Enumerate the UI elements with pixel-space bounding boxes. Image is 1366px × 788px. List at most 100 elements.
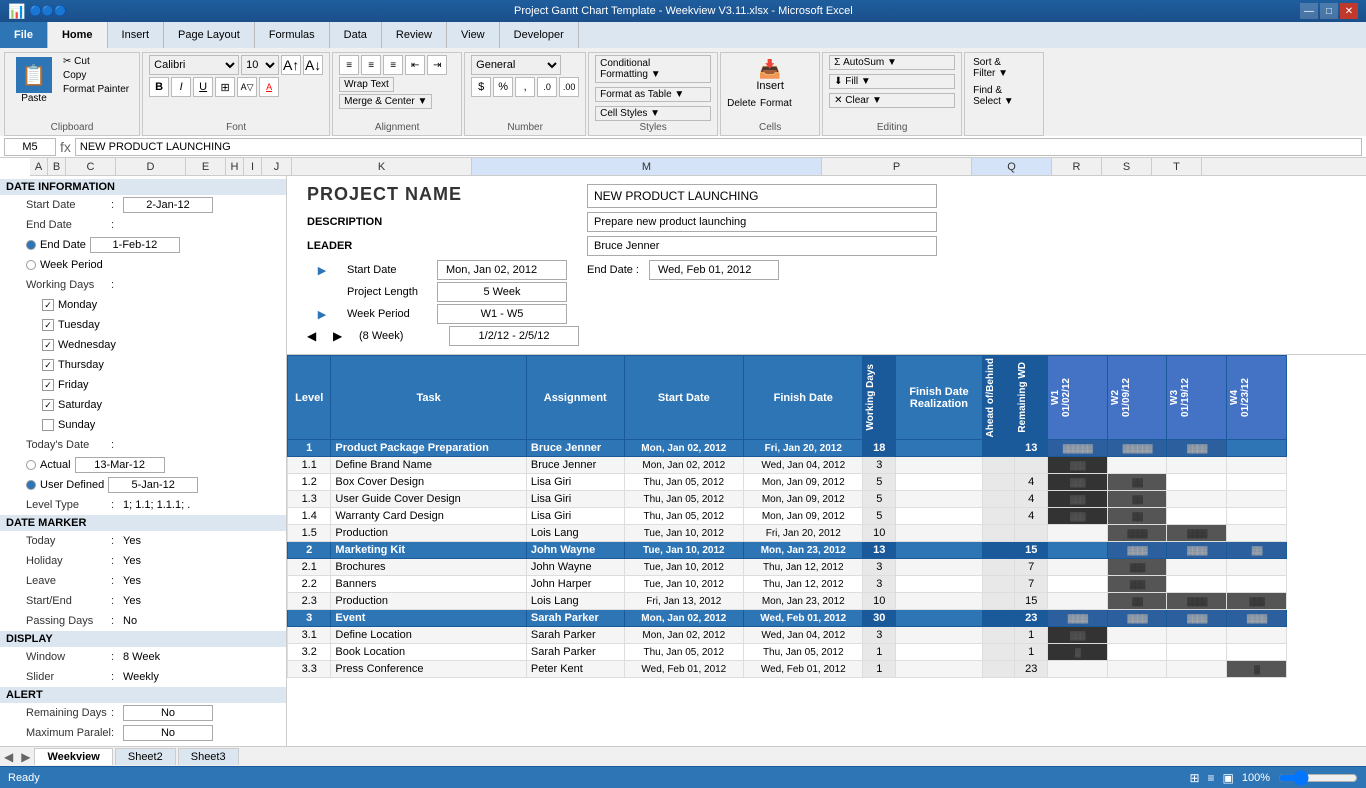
cut-button[interactable]: ✂ Cut [59,55,133,68]
close-btn[interactable]: ✕ [1340,3,1358,19]
end-date-input[interactable] [90,237,180,253]
sheet-tab-3[interactable]: Sheet3 [178,748,239,765]
border-button[interactable]: ⊞ [215,77,235,97]
window-controls[interactable]: — □ ✕ [1300,3,1358,19]
insert-button[interactable]: 📥 Insert [727,55,813,96]
wrap-text-button[interactable]: Wrap Text [339,77,394,92]
decrease-decimal-btn[interactable]: .0 [537,77,557,97]
clear-button[interactable]: ✕ Clear ▼ [829,93,955,108]
sheet-tab-weekview[interactable]: Weekview [34,748,112,765]
paste-button[interactable]: 📋 Paste [11,55,57,106]
font-size-select[interactable]: 10 [241,55,279,75]
tab-file[interactable]: File [0,22,48,48]
end-date-radio[interactable] [26,240,36,250]
sort-filter-button[interactable]: Sort &Filter ▼ [971,55,1037,81]
actual-radio[interactable] [26,460,36,470]
comma-btn[interactable]: , [515,77,535,97]
col-d[interactable]: D [116,158,186,175]
decrease-font-btn[interactable]: A↓ [303,55,323,75]
user-defined-date-input[interactable] [108,477,198,493]
col-r[interactable]: R [1052,158,1102,175]
col-p[interactable]: P [822,158,972,175]
format-button[interactable]: Format [760,98,792,109]
formula-input[interactable] [75,138,1362,156]
minimize-btn[interactable]: — [1300,3,1318,19]
copy-button[interactable]: Copy [59,69,133,82]
wednesday-checkbox[interactable] [42,339,54,351]
col-q[interactable]: Q [972,158,1052,175]
underline-button[interactable]: U [193,77,213,97]
fill-color-button[interactable]: A▽ [237,77,257,97]
tab-data[interactable]: Data [330,22,382,48]
start-date-input[interactable] [123,197,213,213]
project-name-input[interactable] [587,184,937,208]
number-format-select[interactable]: General [471,55,561,75]
delete-button[interactable]: Delete [727,98,756,109]
tab-review[interactable]: Review [382,22,447,48]
week-period-radio[interactable] [26,260,36,270]
col-t[interactable]: T [1152,158,1202,175]
tab-insert[interactable]: Insert [108,22,165,48]
col-b[interactable]: B [48,158,66,175]
bold-button[interactable]: B [149,77,169,97]
zoom-slider[interactable] [1278,772,1358,784]
tab-scroll-right[interactable]: ▶ [17,750,34,764]
thursday-checkbox[interactable] [42,359,54,371]
cell-styles-btn[interactable]: Cell Styles ▼ [595,106,711,121]
remaining-cell: 7 [1015,576,1048,593]
sunday-checkbox[interactable] [42,419,54,431]
tab-view[interactable]: View [447,22,500,48]
col-c[interactable]: C [66,158,116,175]
font-color-button[interactable]: A [259,77,279,97]
col-m[interactable]: M [472,158,822,175]
align-left-btn[interactable]: ≡ [339,55,359,75]
col-k[interactable]: K [292,158,472,175]
max-parallel-input[interactable] [123,725,213,741]
gantt-col-w3: W301/19/12 [1167,356,1227,440]
tab-home[interactable]: Home [48,22,108,48]
fill-button[interactable]: ⬇ Fill ▼ [829,74,955,89]
prev-range-btn[interactable]: ◀ [307,329,323,343]
col-a[interactable]: A [30,158,48,175]
leader-input[interactable] [587,236,937,256]
format-table-btn[interactable]: Format as Table ▼ [595,87,711,102]
increase-decimal-btn[interactable]: .00 [559,77,579,97]
decrease-indent-btn[interactable]: ⇤ [405,55,425,75]
sheet-tab-2[interactable]: Sheet2 [115,748,176,765]
align-right-btn[interactable]: ≡ [383,55,403,75]
format-painter-button[interactable]: Format Painter [59,83,133,96]
col-i[interactable]: I [244,158,262,175]
col-h[interactable]: H [226,158,244,175]
percent-btn[interactable]: % [493,77,513,97]
col-j[interactable]: J [262,158,292,175]
merge-center-button[interactable]: Merge & Center ▼ [339,94,432,109]
autosum-button[interactable]: Σ AutoSum ▼ [829,55,955,70]
tuesday-checkbox[interactable] [42,319,54,331]
next-range-btn[interactable]: ▶ [333,329,349,343]
font-name-select[interactable]: Calibri [149,55,239,75]
maximize-btn[interactable]: □ [1320,3,1338,19]
italic-button[interactable]: I [171,77,191,97]
cell-reference-input[interactable] [4,138,56,156]
align-center-btn[interactable]: ≡ [361,55,381,75]
tab-scroll-left[interactable]: ◀ [0,750,17,764]
increase-font-btn[interactable]: A↑ [281,55,301,75]
tab-formulas[interactable]: Formulas [255,22,330,48]
description-input[interactable] [587,212,937,232]
remaining-days-input[interactable] [123,705,213,721]
monday-checkbox[interactable] [42,299,54,311]
conditional-formatting-btn[interactable]: ConditionalFormatting ▼ [595,55,711,83]
currency-btn[interactable]: $ [471,77,491,97]
find-select-button[interactable]: Find &Select ▼ [971,83,1037,109]
friday-checkbox[interactable] [42,379,54,391]
user-defined-radio[interactable] [26,480,36,490]
col-e[interactable]: E [186,158,226,175]
saturday-checkbox[interactable] [42,399,54,411]
actual-date-input[interactable] [75,457,165,473]
tab-page-layout[interactable]: Page Layout [164,22,255,48]
tasks-row: Tasks [0,743,286,746]
ahead-cell [982,610,1015,627]
increase-indent-btn[interactable]: ⇥ [427,55,447,75]
tab-developer[interactable]: Developer [500,22,579,48]
col-s[interactable]: S [1102,158,1152,175]
